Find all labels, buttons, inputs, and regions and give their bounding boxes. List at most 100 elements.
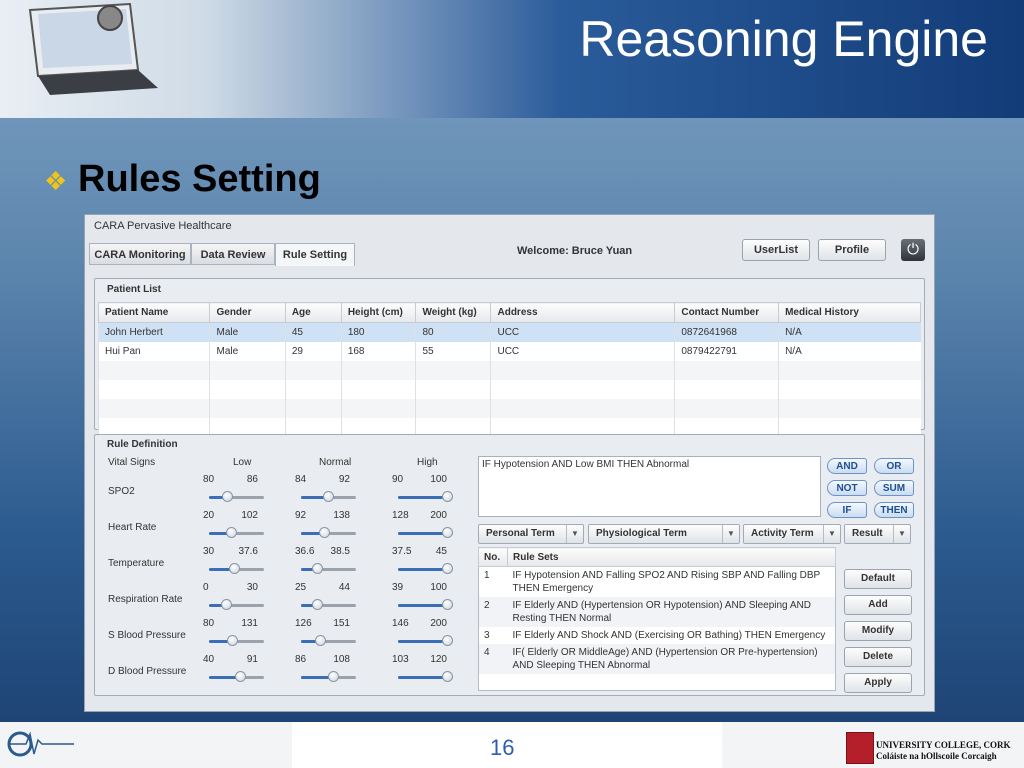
- range-slider[interactable]: [301, 526, 356, 540]
- slider-handle[interactable]: [312, 563, 323, 574]
- slider-handle[interactable]: [442, 527, 453, 538]
- slider-handle[interactable]: [222, 491, 233, 502]
- patient-col-header[interactable]: Contact Number: [674, 302, 780, 323]
- table-row[interactable]: Hui Pan Male 29 168 55 UCC 0879422791 N/A: [97, 342, 921, 361]
- table-cell: [479, 674, 508, 691]
- table-row[interactable]: 2 IF Elderly AND (Hypertension OR Hypoten…: [478, 597, 836, 627]
- patient-col-header[interactable]: Address: [490, 302, 676, 323]
- ucc-name: UNIVERSITY COLLEGE, CORK Coláiste na hOl…: [876, 740, 1010, 762]
- slider-handle[interactable]: [328, 671, 339, 682]
- add-button[interactable]: Add: [844, 595, 912, 615]
- slider-handle[interactable]: [226, 527, 237, 538]
- chevron-down-icon: ▼: [893, 525, 910, 543]
- slider-handle[interactable]: [235, 671, 246, 682]
- power-icon[interactable]: ⏻: [901, 239, 925, 261]
- rule-expression-input[interactable]: IF Hypotension AND Low BMI THEN Abnormal: [478, 456, 821, 517]
- slider-handle[interactable]: [323, 491, 334, 502]
- range-label-normal: Normal: [319, 457, 352, 468]
- dropdown-label: Personal Term: [486, 528, 555, 539]
- range-slider[interactable]: [209, 598, 264, 612]
- patient-list-title: Patient List: [107, 284, 161, 295]
- range-slider[interactable]: [398, 490, 453, 504]
- operator-not-button[interactable]: NOT: [827, 480, 867, 496]
- operator-and-button[interactable]: AND: [827, 458, 867, 474]
- range-slider[interactable]: [398, 598, 453, 612]
- table-cell: [778, 380, 921, 399]
- slider-handle[interactable]: [221, 599, 232, 610]
- table-row[interactable]: [97, 361, 921, 380]
- table-cell: [209, 399, 286, 418]
- chevron-down-icon: ▼: [566, 525, 583, 543]
- table-cell: [97, 399, 210, 418]
- delete-button[interactable]: Delete: [844, 647, 912, 667]
- range-slider[interactable]: [209, 490, 264, 504]
- range-max-value: 200: [430, 618, 447, 629]
- operator-sum-button[interactable]: SUM: [874, 480, 914, 496]
- profile-button[interactable]: Profile: [818, 239, 886, 261]
- slider-fill: [398, 604, 447, 607]
- table-cell: Hui Pan: [97, 342, 210, 361]
- term-dropdown[interactable]: Activity Term ▼: [743, 524, 841, 544]
- slider-handle[interactable]: [227, 635, 238, 646]
- table-row[interactable]: 3 IF Elderly AND Shock AND (Exercising OR…: [479, 627, 836, 644]
- slider-handle[interactable]: [442, 671, 453, 682]
- table-row[interactable]: [97, 380, 921, 399]
- slide-title: Reasoning Engine: [579, 11, 988, 67]
- range-slider[interactable]: [398, 526, 453, 540]
- slider-handle[interactable]: [312, 599, 323, 610]
- range-slider[interactable]: [209, 526, 264, 540]
- range-slider[interactable]: [209, 634, 264, 648]
- term-dropdown[interactable]: Physiological Term ▼: [588, 524, 740, 544]
- patient-col-header[interactable]: Weight (kg): [415, 302, 492, 323]
- patient-col-header[interactable]: Height (cm): [340, 302, 417, 323]
- slider-handle[interactable]: [442, 563, 453, 574]
- range-slider[interactable]: [301, 562, 356, 576]
- range-slider[interactable]: [301, 670, 356, 684]
- rule-number: 1: [484, 570, 490, 581]
- operator-then-button[interactable]: THEN: [874, 502, 914, 518]
- slider-fill: [398, 496, 447, 499]
- range-slider[interactable]: [398, 670, 453, 684]
- table-row[interactable]: 1 IF Hypotension AND Falling SPO2 AND Ris…: [479, 567, 836, 598]
- range-slider[interactable]: [301, 634, 356, 648]
- slider-handle[interactable]: [442, 635, 453, 646]
- table-row[interactable]: 4 IF( Elderly OR MiddleAge) AND (Hyperten…: [478, 644, 836, 674]
- userlist-button[interactable]: UserList: [742, 239, 810, 261]
- slider-handle[interactable]: [442, 491, 453, 502]
- range-max-value: 37.6: [238, 546, 258, 557]
- table-row[interactable]: [97, 399, 921, 418]
- tab-rule-setting[interactable]: Rule Setting: [275, 243, 355, 266]
- operator-or-button[interactable]: OR: [874, 458, 914, 474]
- table-cell: 0872641968: [674, 322, 779, 342]
- range-slider[interactable]: [209, 562, 264, 576]
- patient-col-header[interactable]: Gender: [209, 302, 286, 323]
- slider-handle[interactable]: [229, 563, 240, 574]
- default-button[interactable]: Default: [844, 569, 912, 589]
- table-cell: [340, 399, 416, 418]
- tab-cara-monitoring[interactable]: CARA Monitoring: [89, 243, 191, 265]
- vital-label: Heart Rate: [108, 522, 157, 533]
- slider-handle[interactable]: [315, 635, 326, 646]
- range-slider[interactable]: [209, 670, 264, 684]
- table-cell: 29: [284, 342, 342, 361]
- modify-button[interactable]: Modify: [844, 621, 912, 641]
- slider-handle[interactable]: [319, 527, 330, 538]
- table-cell: [778, 399, 921, 418]
- apply-button[interactable]: Apply: [844, 673, 912, 693]
- term-dropdown[interactable]: Result ▼: [844, 524, 911, 544]
- range-slider[interactable]: [301, 598, 356, 612]
- range-min-value: 84: [295, 474, 307, 485]
- slider-handle[interactable]: [442, 599, 453, 610]
- range-slider[interactable]: [301, 490, 356, 504]
- range-slider[interactable]: [398, 634, 453, 648]
- term-dropdown[interactable]: Personal Term ▼: [478, 524, 584, 544]
- operator-if-button[interactable]: IF: [827, 502, 867, 518]
- range-slider[interactable]: [398, 562, 453, 576]
- tab-data-review[interactable]: Data Review: [191, 243, 275, 265]
- patient-col-header[interactable]: Age: [284, 302, 342, 323]
- range-max-value: 120: [430, 654, 447, 665]
- page-number: 16: [490, 735, 515, 760]
- patient-col-header[interactable]: Patient Name: [97, 302, 211, 323]
- table-row[interactable]: John Herbert Male 45 180 80 UCC 0872641968 N/A: [97, 322, 921, 342]
- patient-col-header[interactable]: Medical History: [778, 302, 921, 323]
